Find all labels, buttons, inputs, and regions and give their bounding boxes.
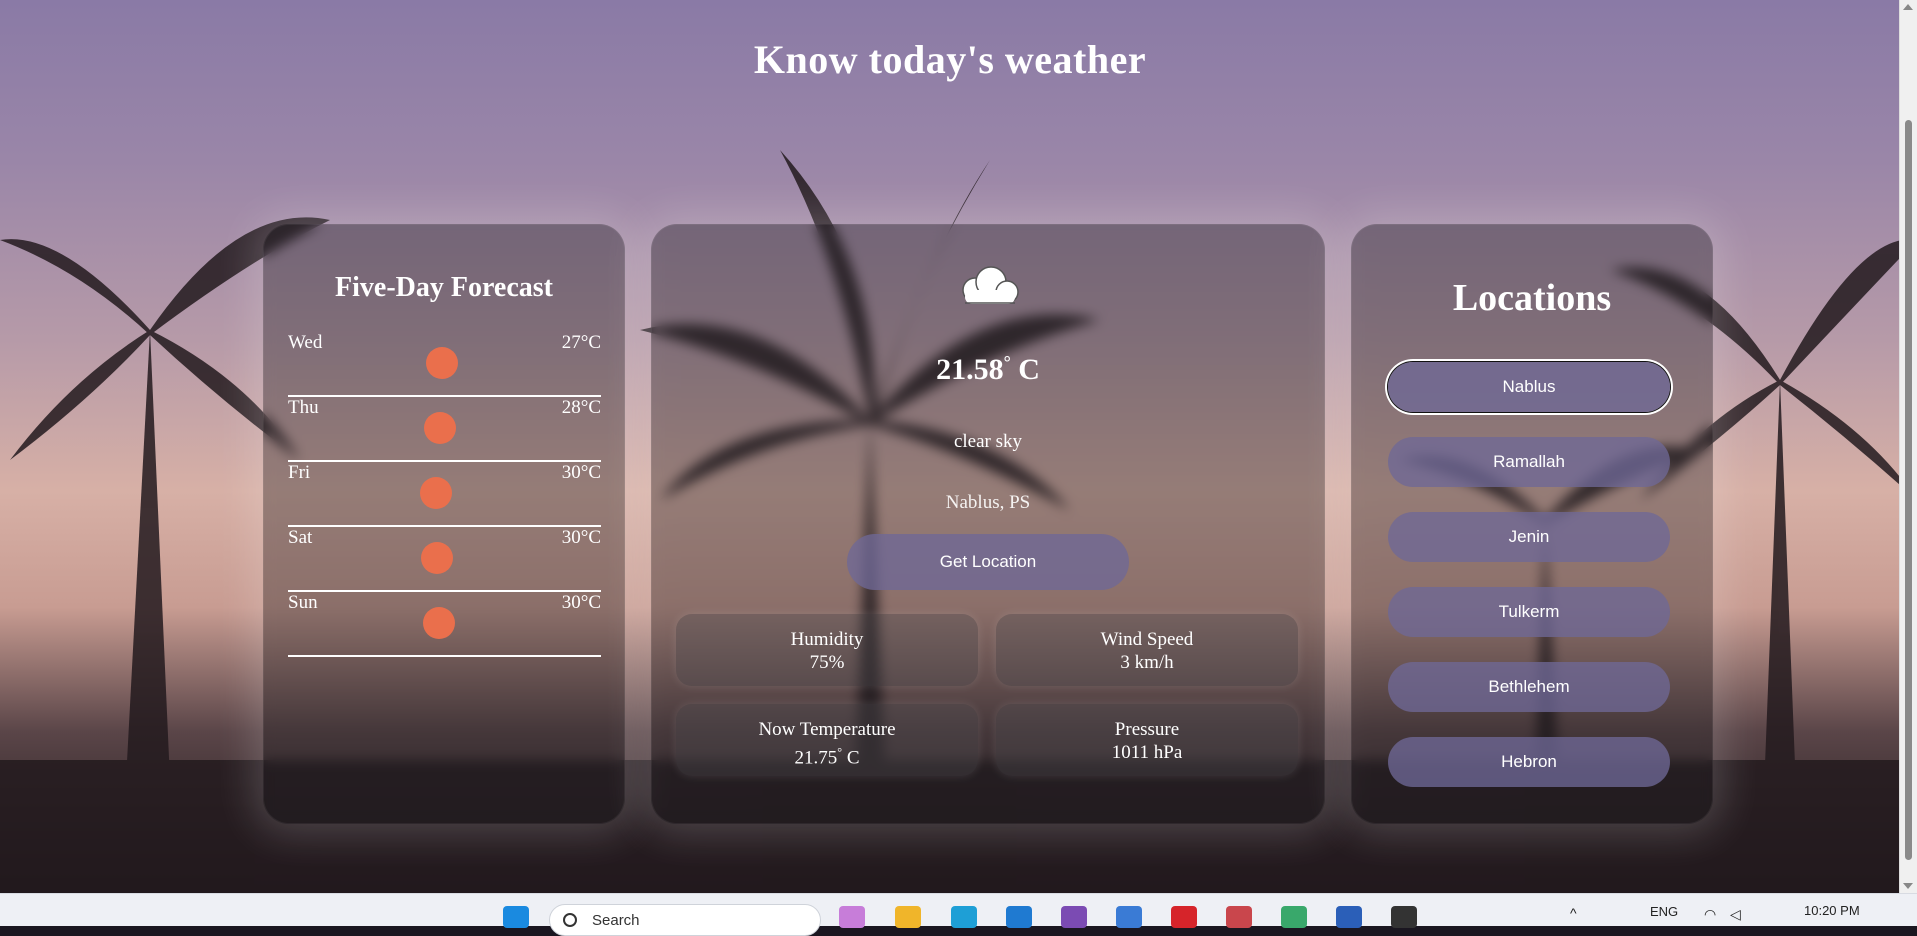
stat-label: Now Temperature (758, 719, 896, 740)
forecast-day: Sat (288, 527, 313, 548)
forecast-day: Wed (288, 332, 323, 353)
clock-time[interactable]: 10:20 PM (1804, 903, 1860, 918)
page-title: Know today's weather (753, 37, 1147, 82)
scroll-up-icon[interactable] (1903, 4, 1913, 10)
sun-icon (426, 347, 458, 379)
pressure-stat: Pressure 1011 hPa (996, 704, 1298, 776)
weather-description: clear sky (953, 431, 1023, 452)
humidity-stat: Humidity 75% (676, 614, 978, 686)
tray-chevron-icon[interactable]: ^ (1570, 905, 1577, 921)
scrollbar-thumb[interactable] (1905, 120, 1912, 860)
browser-viewport: Know today's weather Five-Day Forecast W… (0, 0, 1917, 893)
sun-icon (423, 607, 455, 639)
forecast-day: Thu (288, 397, 319, 418)
wifi-icon[interactable]: ◠ (1704, 906, 1716, 923)
forecast-temp: 30°C (561, 527, 601, 548)
current-location: Nablus, PS (945, 492, 1031, 513)
location-button-ramallah[interactable]: Ramallah (1388, 437, 1670, 487)
location-button-nablus[interactable]: Nablus (1388, 362, 1670, 412)
forecast-temp: 30°C (561, 462, 601, 483)
location-button-jenin[interactable]: Jenin (1388, 512, 1670, 562)
forecast-temp: 30°C (561, 592, 601, 613)
locations-title: Locations (1452, 277, 1612, 319)
current-temperature: 21.58° C (936, 352, 1040, 386)
sun-icon (421, 542, 453, 574)
forecast-day: Sun (288, 592, 318, 613)
search-placeholder: Search (592, 912, 640, 929)
stat-label: Wind Speed (1100, 629, 1194, 650)
stat-label: Pressure (1114, 719, 1180, 740)
forecast-row: Sun 30°C (288, 592, 601, 657)
sun-icon (420, 477, 452, 509)
location-button-hebron[interactable]: Hebron (1388, 737, 1670, 787)
location-button-tulkerm[interactable]: Tulkerm (1388, 587, 1670, 637)
forecast-card: Five-Day Forecast Wed 27°C Thu 28°C Fri … (263, 224, 625, 824)
vertical-scrollbar[interactable] (1899, 0, 1917, 893)
forecast-temp: 27°C (561, 332, 601, 353)
stat-label: Humidity (790, 629, 864, 650)
stat-value: 1011 hPa (1111, 742, 1183, 763)
stat-value: 3 km/h (1120, 652, 1174, 673)
stat-value: 75% (809, 652, 845, 673)
taskbar: Search ^ ENG ◠ ◁ 10:20 PM (0, 893, 1917, 936)
forecast-row: Sat 30°C (288, 527, 601, 592)
forecast-title: Five-Day Forecast (335, 272, 553, 303)
forecast-row: Fri 30°C (288, 462, 601, 527)
wind-speed-stat: Wind Speed 3 km/h (996, 614, 1298, 686)
location-button-bethlehem[interactable]: Bethlehem (1388, 662, 1670, 712)
forecast-row: Wed 27°C (288, 332, 601, 397)
cloud-icon (962, 266, 1019, 304)
forecast-temp: 28°C (561, 397, 601, 418)
locations-card: Locations Nablus Ramallah Jenin Tulkerm … (1351, 224, 1713, 824)
sun-icon (424, 412, 456, 444)
scroll-down-icon[interactable] (1903, 883, 1913, 889)
get-location-button[interactable]: Get Location (847, 534, 1129, 590)
forecast-row: Thu 28°C (288, 397, 601, 462)
volume-icon[interactable]: ◁ (1730, 906, 1741, 923)
forecast-list: Wed 27°C Thu 28°C Fri 30°C Sat 30°C Sun (288, 332, 601, 657)
now-temperature-stat: Now Temperature 21.75° C (676, 704, 978, 776)
taskbar-search[interactable]: Search (549, 904, 821, 936)
current-weather-card: 21.58° C clear sky Nablus, PS Get Locati… (651, 224, 1325, 824)
forecast-day: Fri (288, 462, 311, 483)
stat-value: 21.75° C (794, 745, 860, 769)
language-indicator[interactable]: ENG (1650, 904, 1678, 919)
